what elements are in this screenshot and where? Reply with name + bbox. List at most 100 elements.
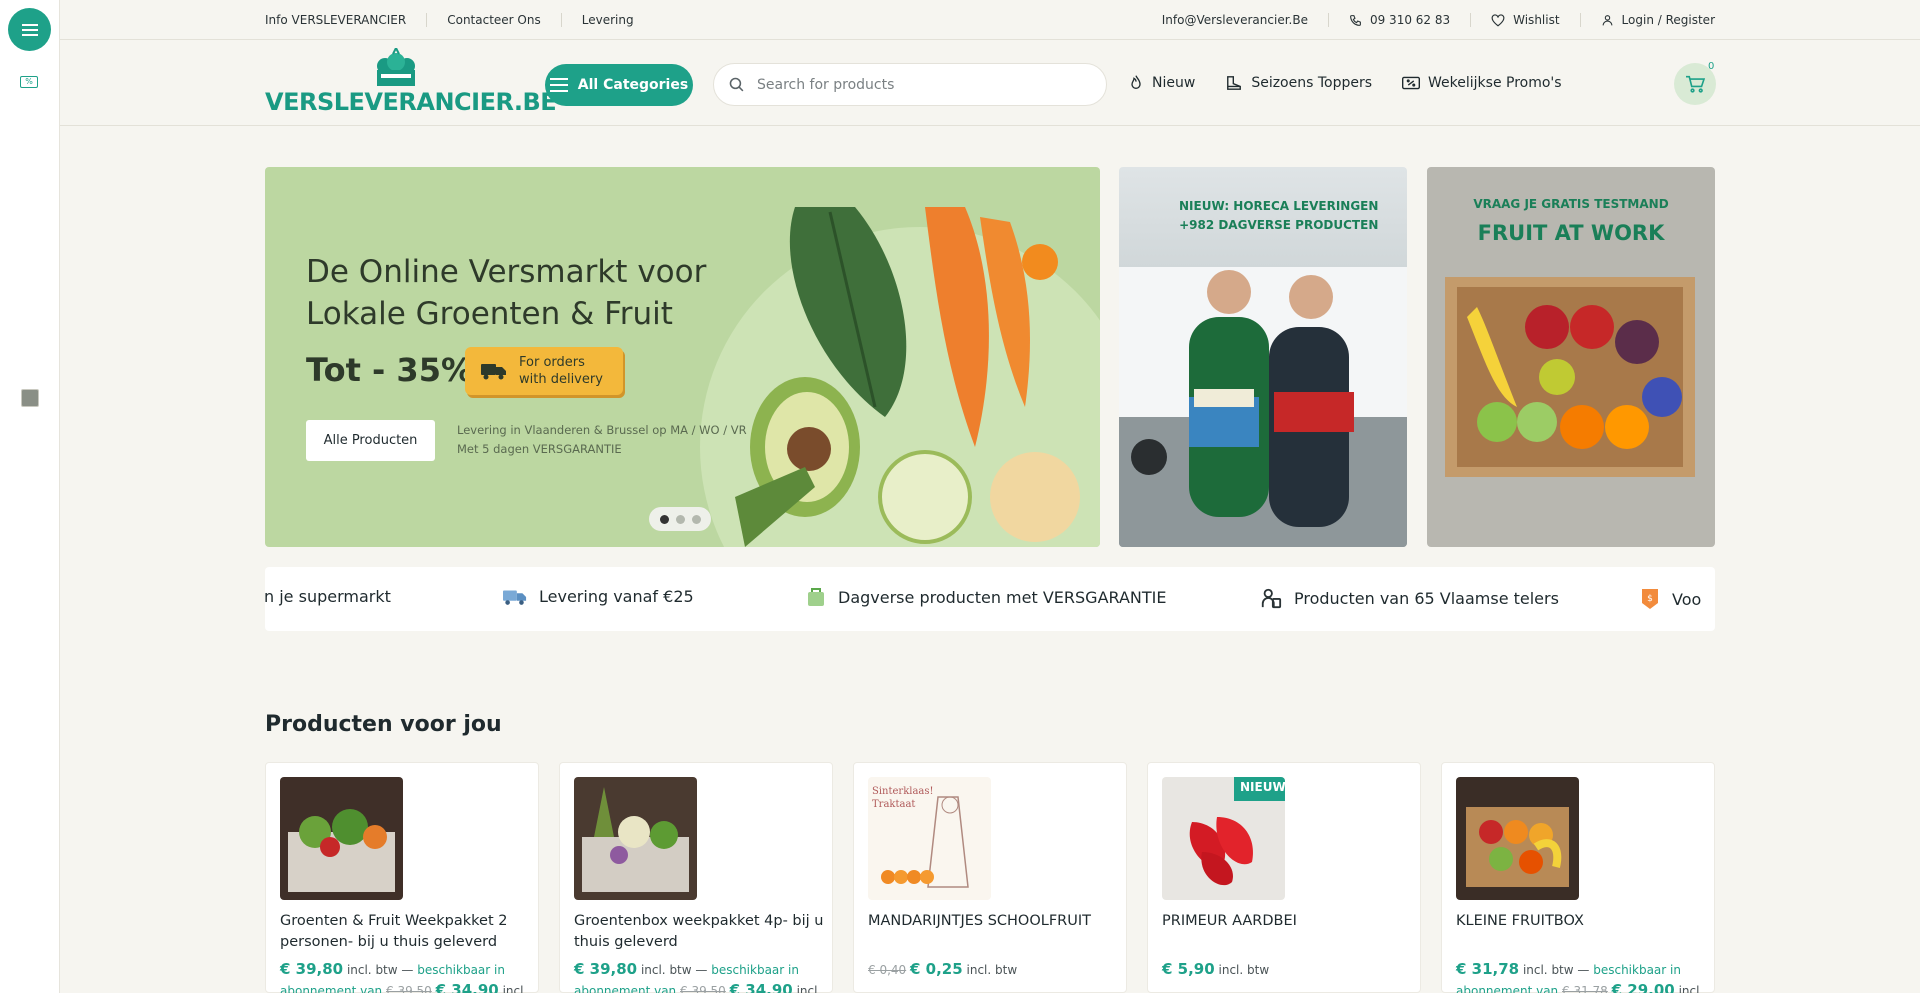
- carousel-dot-3[interactable]: [691, 514, 701, 524]
- delivery-badge-text: For orders with delivery: [519, 355, 603, 387]
- farmer-icon: [1261, 588, 1282, 609]
- product-price: € 39,80 incl. btw — beschikbaar in abonn…: [574, 959, 824, 993]
- product-image[interactable]: [574, 777, 697, 900]
- usp-strip: n je supermarkt Levering vanaf €25 Dagve…: [265, 567, 1715, 631]
- fruit-work-sub: VRAAG JE GRATIS TESTMAND: [1473, 197, 1669, 211]
- email-link[interactable]: Info@Versleverancier.Be: [1162, 13, 1328, 27]
- search-input[interactable]: [757, 76, 1077, 93]
- fruit-at-work-banner[interactable]: VRAAG JE GRATIS TESTMAND FRUIT AT WORK: [1427, 167, 1715, 547]
- product-title[interactable]: Groentenbox weekpakket 4p- bij u thuis g…: [574, 911, 824, 953]
- nav-promos-label: Wekelijkse Promo's: [1428, 75, 1562, 91]
- truck-icon: [481, 364, 506, 380]
- product-card[interactable]: Groentenbox weekpakket 4p- bij u thuis g…: [559, 762, 833, 993]
- carousel-dot-2[interactable]: [675, 514, 685, 524]
- nav-seizoens-toppers[interactable]: Seizoens Toppers: [1225, 74, 1372, 92]
- vegetables-illustration: [735, 207, 1080, 547]
- boot-icon: [1227, 76, 1242, 90]
- hero-sub-line1: Levering in Vlaanderen & Brussel op MA /…: [457, 423, 747, 437]
- floating-thumbnail[interactable]: [21, 389, 39, 407]
- login-link[interactable]: Login / Register: [1579, 13, 1715, 27]
- logo-text: VERSLEVERANCIER.BE: [265, 88, 557, 116]
- info-link[interactable]: Info VERSLEVERANCIER: [265, 13, 426, 27]
- usp-item-5: $ Voo: [1640, 587, 1701, 611]
- wishlist-text: Wishlist: [1513, 13, 1560, 27]
- nav-wekelijkse-promos[interactable]: Wekelijkse Promo's: [1402, 74, 1562, 92]
- nav-nieuw[interactable]: Nieuw: [1128, 74, 1195, 92]
- promo-ticket-icon[interactable]: %: [20, 76, 38, 88]
- price-subscription: € 29,00: [1611, 981, 1675, 993]
- carousel-dot-1[interactable]: [659, 514, 669, 524]
- product-title[interactable]: Groenten & Fruit Weekpakket 2 personen- …: [280, 911, 530, 953]
- search-bar[interactable]: [713, 63, 1107, 106]
- delivery-badge: For orders with delivery: [465, 347, 623, 395]
- product-title[interactable]: KLEINE FRUITBOX: [1456, 911, 1706, 932]
- product-image-caption: Sinterklaas! Traktaat: [872, 786, 934, 810]
- subscription-link-2[interactable]: abonnement van: [574, 984, 676, 993]
- price-current: € 5,90: [1162, 960, 1215, 978]
- fruit-work-title: FRUIT AT WORK: [1477, 221, 1665, 245]
- cart-count-badge: 0: [1708, 61, 1715, 72]
- product-image[interactable]: Sinterklaas! Traktaat: [868, 777, 991, 900]
- phone-icon: [1350, 14, 1361, 26]
- new-badge: NIEUW: [1234, 777, 1285, 801]
- contact-link[interactable]: Contacteer Ons: [426, 13, 561, 27]
- all-products-button[interactable]: Alle Producten: [306, 420, 435, 461]
- search-icon: [729, 77, 744, 92]
- price-subscription: € 34,90: [435, 981, 499, 993]
- header-nav: Nieuw Seizoens Toppers Wekelijkse Promo'…: [1128, 74, 1562, 92]
- price-old: € 39,50: [386, 984, 432, 993]
- usp-text-1: n je supermarkt: [265, 587, 391, 606]
- ticket-icon: [1402, 76, 1421, 90]
- menu-icon[interactable]: [8, 8, 51, 51]
- hero-subtext: Levering in Vlaanderen & Brussel op MA /…: [457, 421, 747, 459]
- usp-item-2: Levering vanaf €25: [503, 587, 694, 606]
- hamburger-icon: [549, 78, 568, 92]
- subscription-link[interactable]: beschikbaar in: [417, 963, 505, 977]
- phone-text: 09 310 62 83: [1369, 13, 1451, 27]
- usp-text-5: Voo: [1672, 589, 1702, 609]
- fresh-bag-icon: [808, 588, 824, 606]
- delivery-link[interactable]: Levering: [560, 13, 654, 27]
- cart-icon: [1686, 75, 1705, 93]
- usp-item-3: Dagverse producten met VERSGARANTIE: [806, 587, 1167, 607]
- product-price: € 5,90 incl. btw: [1162, 959, 1412, 980]
- usp-text-4: Producten van 65 Vlaamse telers: [1294, 588, 1559, 608]
- login-text: Login / Register: [1621, 13, 1715, 27]
- price-old: € 39,50: [680, 984, 726, 993]
- price-current: € 39,80: [280, 960, 344, 978]
- product-image[interactable]: NIEUW: [1162, 777, 1285, 900]
- horeca-promo-text: NIEUW: HORECA LEVERINGEN +982 DAGVERSE P…: [1179, 197, 1378, 235]
- hero-banner: De Online Versmarkt voor Lokale Groenten…: [265, 167, 1100, 547]
- usp-text-2: Levering vanaf €25: [539, 587, 694, 606]
- usp-text-3: Dagverse producten met VERSGARANTIE: [838, 587, 1167, 607]
- hero-title: De Online Versmarkt voor Lokale Groenten…: [306, 254, 707, 332]
- subscription-link-2[interactable]: abonnement van: [280, 984, 382, 993]
- hero-sub-line2: Met 5 dagen VERSGARANTIE: [457, 442, 622, 456]
- price-current: € 0,25: [910, 960, 963, 978]
- product-image[interactable]: [1456, 777, 1579, 900]
- vat-label: incl. btw: [966, 963, 1018, 977]
- horeca-promo-banner[interactable]: NIEUW: HORECA LEVERINGEN +982 DAGVERSE P…: [1119, 167, 1407, 547]
- heart-icon: [1491, 13, 1505, 26]
- main-header: VERSLEVERANCIER.BE All Categories Nieuw …: [60, 40, 1920, 126]
- subscription-link-2[interactable]: abonnement van: [1456, 984, 1558, 993]
- product-card[interactable]: KLEINE FRUITBOX € 31,78 incl. btw — besc…: [1441, 762, 1715, 993]
- usp-item-1: n je supermarkt: [265, 587, 391, 606]
- all-categories-button[interactable]: All Categories: [545, 64, 693, 106]
- product-card[interactable]: NIEUW PRIMEUR AARDBEI € 5,90 incl. btw: [1147, 762, 1421, 993]
- product-image[interactable]: [280, 777, 403, 900]
- subscription-link[interactable]: beschikbaar in: [1593, 963, 1681, 977]
- horeca-line2: +982 DAGVERSE PRODUCTEN: [1179, 218, 1379, 232]
- top-bar: Info VERSLEVERANCIER Contacteer Ons Leve…: [60, 0, 1920, 40]
- product-card[interactable]: Groenten & Fruit Weekpakket 2 personen- …: [265, 762, 539, 993]
- product-title[interactable]: PRIMEUR AARDBEI: [1162, 911, 1412, 932]
- phone-link[interactable]: 09 310 62 83: [1327, 13, 1470, 27]
- product-title[interactable]: MANDARIJNTJES SCHOOLFRUIT: [868, 911, 1118, 932]
- product-card[interactable]: Sinterklaas! Traktaat MANDARIJNTJES SCHO…: [853, 762, 1127, 993]
- site-logo[interactable]: VERSLEVERANCIER.BE: [265, 48, 557, 120]
- user-icon: [1602, 15, 1612, 26]
- product-price: € 0,40 € 0,25 incl. btw: [868, 959, 1118, 980]
- subscription-link[interactable]: beschikbaar in: [711, 963, 799, 977]
- wishlist-link[interactable]: Wishlist: [1470, 13, 1579, 27]
- product-price: € 31,78 incl. btw — beschikbaar in abonn…: [1456, 959, 1706, 993]
